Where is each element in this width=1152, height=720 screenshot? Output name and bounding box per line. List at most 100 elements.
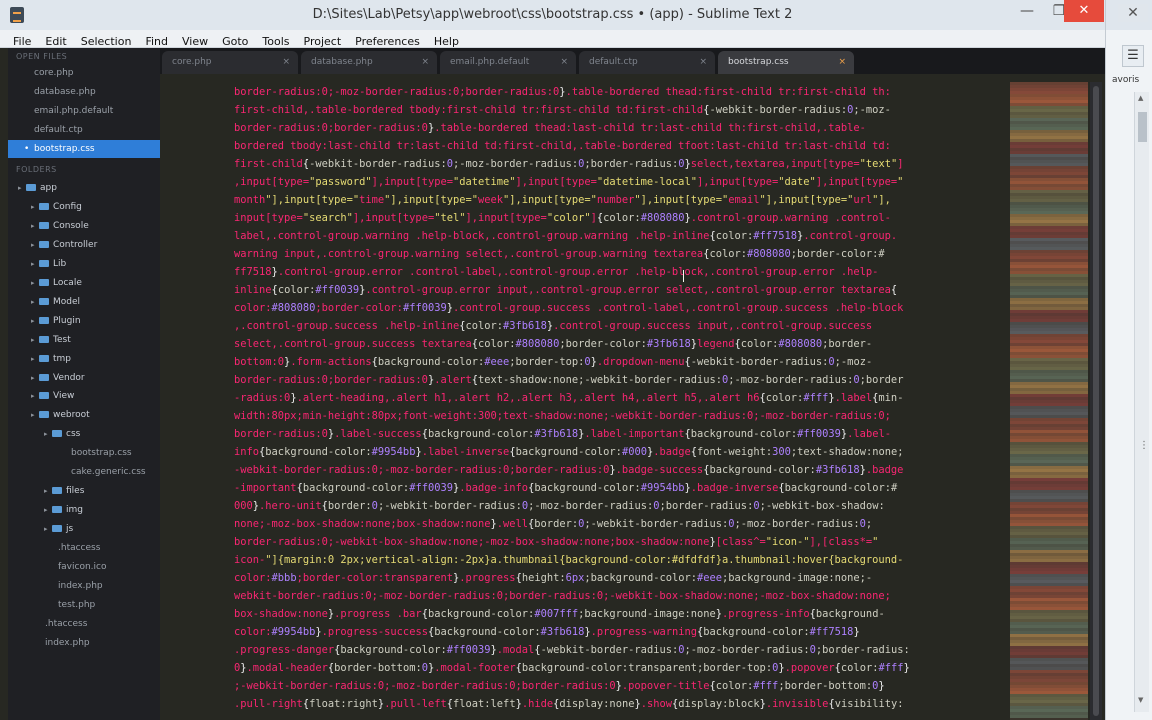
code-line[interactable]: -important{background-color:#ff0039}.bad… (234, 479, 1004, 497)
code-line[interactable]: inline{color:#ff0039}.control-group.erro… (234, 281, 1004, 299)
open-file-item[interactable]: email.php.default (8, 102, 160, 120)
file-item[interactable]: index.php (8, 634, 160, 652)
folder-item[interactable]: ▸ webroot (8, 406, 160, 424)
editor-scrollbar-thumb[interactable] (1093, 86, 1099, 716)
file-item[interactable]: .htaccess (8, 615, 160, 633)
disclosure-arrow-icon[interactable]: ▸ (31, 312, 39, 330)
code-line[interactable]: border-radius:0;border-radius:0}.alert{t… (234, 371, 1004, 389)
code-line[interactable]: none;-moz-box-shadow:none;box-shadow:non… (234, 515, 1004, 533)
menu-help[interactable]: Help (427, 33, 466, 49)
disclosure-arrow-icon[interactable]: ▸ (31, 387, 39, 405)
open-file-item[interactable]: database.php (8, 83, 160, 101)
file-item[interactable]: index.php (8, 577, 160, 595)
code-line[interactable]: label,.control-group.warning .help-block… (234, 227, 1004, 245)
tab-default-ctp[interactable]: default.ctp × (579, 51, 715, 74)
disclosure-arrow-icon[interactable]: ▸ (31, 350, 39, 368)
tab-core-php[interactable]: core.php × (162, 51, 298, 74)
code-line[interactable]: -radius:0}.alert-heading,.alert h1,.aler… (234, 389, 1004, 407)
folder-item[interactable]: ▸ Lib (8, 255, 160, 273)
code-line[interactable]: ;-webkit-border-radius:0;-moz-border-rad… (234, 677, 1004, 695)
disclosure-arrow-icon[interactable]: ▸ (31, 217, 39, 235)
minimap[interactable] (1010, 82, 1088, 720)
folder-item[interactable]: ▸ css (8, 425, 160, 443)
code-line[interactable]: 0}.modal-header{border-bottom:0}.modal-f… (234, 659, 1004, 677)
tab-close-icon[interactable]: × (838, 51, 846, 74)
scroll-up-icon[interactable]: ▲ (1138, 94, 1143, 102)
code-line[interactable]: webkit-border-radius:0;-moz-border-radiu… (234, 587, 1004, 605)
code-content[interactable]: border-radius:0;-moz-border-radius:0;bor… (234, 83, 1004, 713)
disclosure-arrow-icon[interactable]: ▸ (44, 482, 52, 500)
folder-item[interactable]: ▸ Console (8, 217, 160, 235)
code-line[interactable]: ,.control-group.success .help-inline{col… (234, 317, 1004, 335)
folder-item[interactable]: ▸ js (8, 520, 160, 538)
code-line[interactable]: border-radius:0;-moz-border-radius:0;bor… (234, 83, 1004, 101)
disclosure-arrow-icon[interactable]: ▸ (31, 331, 39, 349)
menu-find[interactable]: Find (138, 33, 175, 49)
code-line[interactable]: month"],input[type="time"],input[type="w… (234, 191, 1004, 209)
code-editor[interactable]: border-radius:0;-moz-border-radius:0;bor… (160, 74, 1010, 720)
tab-close-icon[interactable]: × (282, 51, 290, 74)
folder-item[interactable]: ▸ Config (8, 198, 160, 216)
tab-close-icon[interactable]: × (699, 51, 707, 74)
background-close-icon[interactable]: ✕ (1118, 4, 1148, 22)
menu-view[interactable]: View (175, 33, 215, 49)
code-line[interactable]: first-child,.table-bordered tbody:first-… (234, 101, 1004, 119)
code-line[interactable]: .pull-right{float:right}.pull-left{float… (234, 695, 1004, 713)
folder-item[interactable]: ▸ img (8, 501, 160, 519)
open-file-item[interactable]: default.ctp (8, 121, 160, 139)
menu-project[interactable]: Project (297, 33, 349, 49)
tab-email-php-default[interactable]: email.php.default × (440, 51, 576, 74)
disclosure-arrow-icon[interactable]: ▸ (18, 179, 26, 197)
code-line[interactable]: border-radius:0;-webkit-box-shadow:none;… (234, 533, 1004, 551)
background-scrollbar-thumb[interactable] (1138, 112, 1147, 142)
file-item[interactable]: cake.generic.css (8, 463, 160, 481)
open-file-item[interactable]: • bootstrap.css (8, 140, 160, 158)
editor-scrollbar[interactable] (1090, 82, 1102, 720)
folder-item[interactable]: ▸ app (8, 179, 160, 197)
code-line[interactable]: -webkit-border-radius:0;-moz-border-radi… (234, 461, 1004, 479)
folder-item[interactable]: ▸ Model (8, 293, 160, 311)
disclosure-arrow-icon[interactable]: ▸ (31, 274, 39, 292)
open-file-item[interactable]: core.php (8, 64, 160, 82)
file-item[interactable]: test.php (8, 596, 160, 614)
folder-item[interactable]: ▸ Plugin (8, 312, 160, 330)
file-item[interactable]: bootstrap.css (8, 444, 160, 462)
folder-item[interactable]: ▸ Test (8, 331, 160, 349)
menu-selection[interactable]: Selection (74, 33, 139, 49)
folder-item[interactable]: ▸ Vendor (8, 369, 160, 387)
code-line[interactable]: input[type="search"],input[type="tel"],i… (234, 209, 1004, 227)
code-line[interactable]: icon-"]{margin:0 2px;vertical-align:-2px… (234, 551, 1004, 569)
tab-close-icon[interactable]: × (560, 51, 568, 74)
folder-item[interactable]: ▸ files (8, 482, 160, 500)
code-line[interactable]: ff7518}.control-group.error .control-lab… (234, 263, 1004, 281)
tab-database-php[interactable]: database.php × (301, 51, 437, 74)
code-line[interactable]: border-radius:0;border-radius:0}.table-b… (234, 119, 1004, 137)
scroll-down-icon[interactable]: ▼ (1138, 696, 1143, 704)
disclosure-arrow-icon[interactable]: ▸ (31, 369, 39, 387)
code-line[interactable]: box-shadow:none}.progress .bar{backgroun… (234, 605, 1004, 623)
folder-item[interactable]: ▸ Controller (8, 236, 160, 254)
code-line[interactable]: 000}.hero-unit{border:0;-webkit-border-r… (234, 497, 1004, 515)
menu-edit[interactable]: Edit (38, 33, 73, 49)
tab-bootstrap-css[interactable]: bootstrap.css × (718, 51, 854, 74)
menu-icon[interactable]: ☰ (1122, 45, 1144, 67)
disclosure-arrow-icon[interactable]: ▸ (31, 293, 39, 311)
close-button[interactable]: ✕ (1064, 0, 1104, 22)
folder-item[interactable]: ▸ View (8, 387, 160, 405)
file-item[interactable]: .htaccess (8, 539, 160, 557)
disclosure-arrow-icon[interactable]: ▸ (44, 520, 52, 538)
code-line[interactable]: bordered tbody:last-child tr:last-child … (234, 137, 1004, 155)
code-line[interactable]: width:80px;min-height:80px;font-weight:3… (234, 407, 1004, 425)
tab-close-icon[interactable]: × (421, 51, 429, 74)
code-line[interactable]: border-radius:0}.label-success{backgroun… (234, 425, 1004, 443)
disclosure-arrow-icon[interactable]: ▸ (44, 501, 52, 519)
code-line[interactable]: color:#9954bb}.progress-success{backgrou… (234, 623, 1004, 641)
code-line[interactable]: bottom:0}.form-actions{background-color:… (234, 353, 1004, 371)
menu-tools[interactable]: Tools (255, 33, 296, 49)
disclosure-arrow-icon[interactable]: ▸ (31, 198, 39, 216)
code-line[interactable]: color:#808080;border-color:#ff0039}.cont… (234, 299, 1004, 317)
code-line[interactable]: select,.control-group.success textarea{c… (234, 335, 1004, 353)
code-line[interactable]: first-child{-webkit-border-radius:0;-moz… (234, 155, 1004, 173)
disclosure-arrow-icon[interactable]: ▸ (44, 425, 52, 443)
disclosure-arrow-icon[interactable]: ▸ (31, 406, 39, 424)
